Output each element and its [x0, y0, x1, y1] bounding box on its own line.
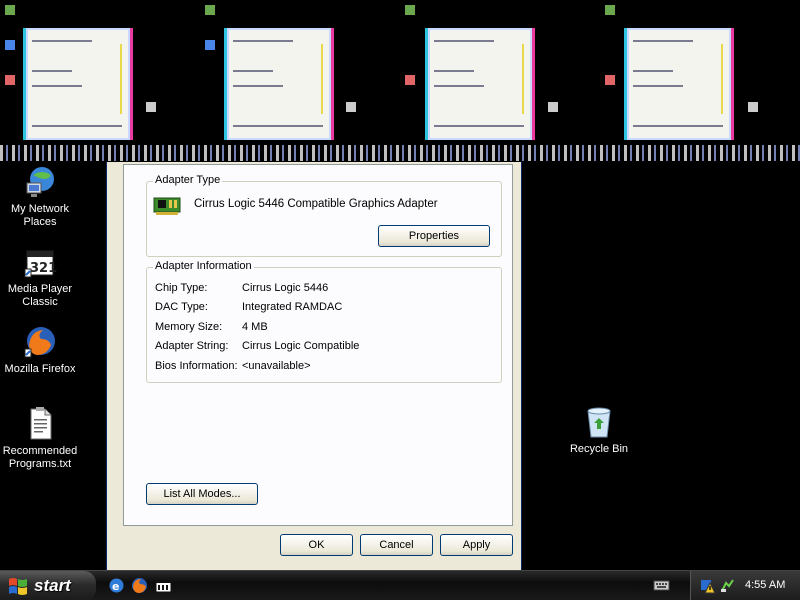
apply-button[interactable]: Apply: [440, 534, 513, 556]
desktop-icon-label: Media Player Classic: [7, 283, 73, 308]
glitched-screen-region: [0, 0, 800, 162]
quick-launch-media-player-icon[interactable]: [155, 577, 172, 594]
adapter-information-group: Adapter Information Chip Type: Cirrus Lo…: [146, 260, 502, 383]
start-button[interactable]: start: [0, 571, 96, 600]
window-thumbnail: [627, 28, 731, 140]
graphics-card-icon: [153, 196, 181, 216]
window-thumbnail: [26, 28, 130, 140]
info-value: 4 MB: [242, 321, 268, 333]
security-warning-icon[interactable]: [699, 577, 716, 594]
info-key: Adapter String:: [155, 340, 229, 352]
desktop-icon-label: Recommended Programs.txt: [2, 445, 78, 470]
desktop-icon-label: Recycle Bin: [569, 443, 629, 455]
recycle-bin-icon: [582, 405, 616, 439]
desktop-icon-recycle-bin[interactable]: Recycle Bin: [559, 405, 639, 456]
cancel-button[interactable]: Cancel: [360, 534, 433, 556]
info-key: Chip Type:: [155, 282, 208, 294]
display-adapter-properties-dialog: Adapter Type Cirrus Logic 5446 Compatibl…: [106, 162, 522, 570]
info-key: Bios Information:: [155, 360, 238, 372]
info-value: Integrated RAMDAC: [242, 301, 343, 313]
desktop-icon-label: My Network Places: [10, 203, 70, 228]
taskbar: start e 4:55 AM: [0, 570, 800, 600]
keyboard-icon[interactable]: [653, 577, 670, 594]
adapter-tab-panel: Adapter Type Cirrus Logic 5446 Compatibl…: [123, 164, 513, 526]
desktop-icon-label: Mozilla Firefox: [4, 363, 76, 375]
svg-text:321: 321: [30, 261, 57, 276]
info-key: DAC Type:: [155, 301, 208, 313]
adapter-type-title: Adapter Type: [153, 174, 223, 186]
desktop-icon-network-places[interactable]: My Network Places: [0, 165, 80, 229]
list-all-modes-button[interactable]: List All Modes...: [146, 483, 258, 505]
start-label: start: [34, 576, 71, 595]
info-value: Cirrus Logic Compatible: [242, 340, 360, 352]
adapter-name: Cirrus Logic 5446 Compatible Graphics Ad…: [194, 198, 438, 210]
properties-button[interactable]: Properties: [378, 225, 490, 247]
quick-launch-ie-icon[interactable]: e: [108, 577, 125, 594]
desktop-icon-mozilla-firefox[interactable]: Mozilla Firefox: [0, 325, 80, 376]
info-key: Memory Size:: [155, 321, 223, 333]
adapter-type-group: Adapter Type Cirrus Logic 5446 Compatibl…: [146, 174, 502, 257]
text-file-icon: [23, 407, 57, 441]
windows-logo-icon: [9, 578, 27, 595]
info-value: <unavailable>: [242, 360, 311, 372]
info-value: Cirrus Logic 5446: [242, 282, 329, 294]
adapter-information-title: Adapter Information: [153, 260, 254, 272]
media-player-classic-icon: 321: [23, 245, 57, 279]
ok-button[interactable]: OK: [280, 534, 353, 556]
window-thumbnail: [428, 28, 532, 140]
window-thumbnail: [227, 28, 331, 140]
quick-launch-firefox-icon[interactable]: [131, 577, 148, 594]
svg-text:e: e: [112, 580, 119, 593]
firefox-icon: [23, 325, 57, 359]
clock: 4:55 AM: [745, 579, 786, 591]
system-tray: 4:55 AM: [690, 571, 800, 600]
network-places-icon: [23, 165, 57, 199]
desktop-icon-media-player-classic[interactable]: 321 Media Player Classic: [0, 245, 80, 309]
desktop-icon-recommended-programs[interactable]: Recommended Programs.txt: [0, 407, 80, 471]
network-connection-icon[interactable]: [719, 577, 736, 594]
